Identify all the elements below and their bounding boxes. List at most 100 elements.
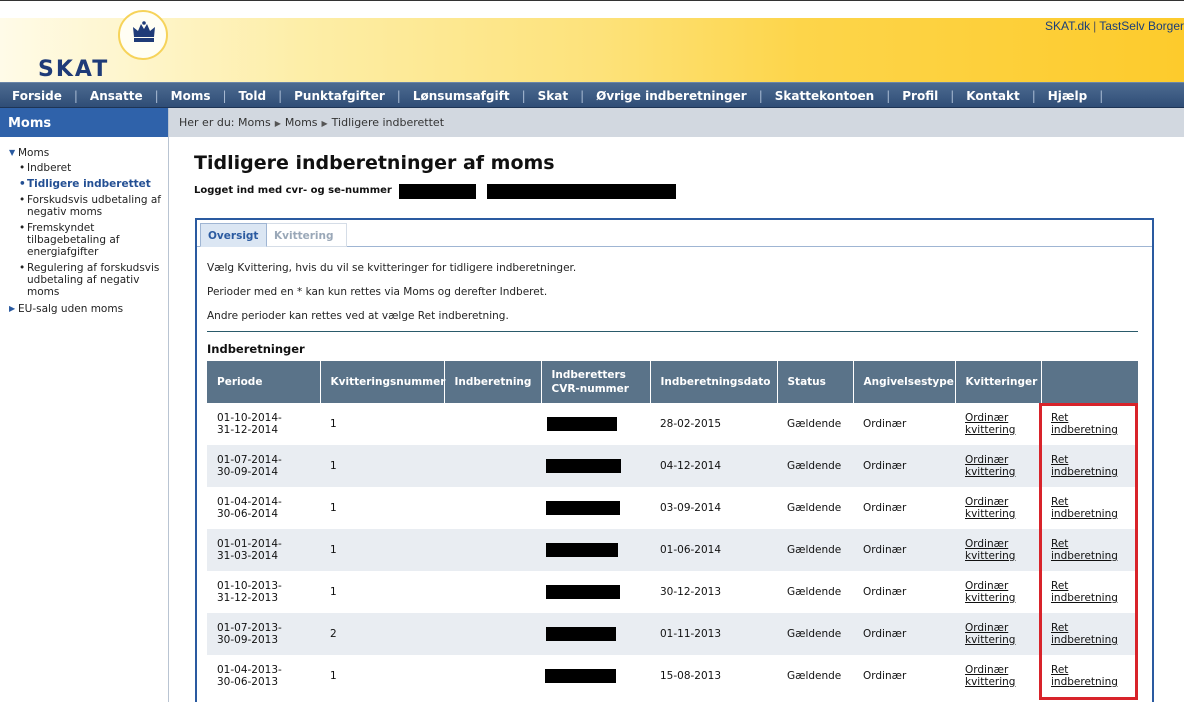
- ret-indberetning-link[interactable]: Ret indberetning: [1051, 538, 1118, 562]
- column-header-angivelsestype[interactable]: Angivelsestype: [853, 361, 956, 403]
- sidebar-item-eu-salg[interactable]: ▶ EU-salg uden moms: [0, 302, 168, 316]
- cell-status: Gældende: [777, 655, 853, 697]
- ret-indberetning-link[interactable]: Ret indberetning: [1051, 454, 1118, 478]
- link-line: kvittering: [965, 424, 1016, 436]
- period-from: 01-01-2014-: [217, 538, 282, 550]
- sidebar-item-forskudsvis-udbetaling[interactable]: • Forskudsvis udbetaling af negativ moms: [0, 194, 168, 218]
- ordinaer-kvittering-link[interactable]: Ordinær kvittering: [965, 412, 1015, 436]
- ret-indberetning-link[interactable]: Ret indberetning: [1051, 412, 1118, 436]
- column-header-periode[interactable]: Periode: [207, 361, 321, 403]
- ordinaer-kvittering-link[interactable]: Ordinær kvittering: [965, 454, 1015, 478]
- nav-item-kontakt[interactable]: Kontakt |: [954, 89, 1035, 103]
- divider: [207, 331, 1138, 332]
- nav-item-ansatte[interactable]: Ansatte |: [78, 89, 159, 103]
- cell-type: Ordinær: [853, 529, 955, 571]
- ret-indberetning-link[interactable]: Ret indberetning: [1051, 664, 1118, 688]
- column-header-kvitteringsnummer[interactable]: Kvitteringsnummer: [320, 361, 445, 403]
- redacted-cvr: [546, 501, 620, 515]
- page-title: Tidligere indberetninger af moms: [194, 152, 555, 174]
- table-row: 01-04-2014- 30-06-2014 1 03-09-2014 Gælde…: [207, 487, 1138, 529]
- nav-label[interactable]: Skat: [526, 89, 580, 103]
- nav-label[interactable]: Profil: [890, 89, 950, 103]
- column-header-indberetningsdato[interactable]: Indberetningsdato: [650, 361, 778, 403]
- sidebar-item-label: Tidligere indberettet: [27, 178, 151, 190]
- link-line: indberetning: [1051, 424, 1118, 436]
- nav-item-lonsumsafgift[interactable]: Lønsumsafgift |: [401, 89, 526, 103]
- sidebar-border: [168, 108, 169, 702]
- cell-kvittnr: 1: [320, 445, 444, 487]
- cell-kvittering: Ordinær kvittering: [955, 571, 1041, 613]
- toplink-skat-dk[interactable]: SKAT.dk: [1045, 19, 1090, 33]
- sidebar-title: Moms: [0, 108, 168, 137]
- redacted-cvr: [546, 459, 621, 473]
- nav-item-skattekontoen[interactable]: Skattekontoen |: [763, 89, 891, 103]
- cell-ret: Ret indberetning: [1041, 571, 1138, 613]
- nav-item-told[interactable]: Told |: [227, 89, 283, 103]
- breadcrumb-item-moms[interactable]: Moms: [238, 116, 271, 129]
- cell-date: 01-06-2014: [650, 529, 777, 571]
- cell-status: Gældende: [777, 487, 853, 529]
- cell-kvittnr: 1: [320, 571, 444, 613]
- tab-bar: Oversigt Kvittering: [197, 220, 1152, 247]
- logo-text[interactable]: SKAT: [38, 57, 109, 82]
- nav-label[interactable]: Øvrige indberetninger: [584, 89, 759, 103]
- ret-indberetning-link[interactable]: Ret indberetning: [1051, 622, 1118, 646]
- sidebar-item-moms[interactable]: ▼ Moms: [0, 146, 168, 160]
- nav-item-ovrige-indberetninger[interactable]: Øvrige indberetninger |: [584, 89, 763, 103]
- sidebar-item-regulering[interactable]: • Regulering af forskudsvis udbetaling af…: [0, 262, 168, 298]
- ordinaer-kvittering-link[interactable]: Ordinær kvittering: [965, 496, 1015, 520]
- tab-kvittering[interactable]: Kvittering: [267, 223, 347, 247]
- nav-label[interactable]: Hjælp: [1036, 89, 1099, 103]
- link-line: Ordinær: [965, 664, 1009, 676]
- nav-label[interactable]: Lønsumsafgift: [401, 89, 522, 103]
- nav-item-skat[interactable]: Skat |: [526, 89, 585, 103]
- cell-type: Ordinær: [853, 403, 955, 445]
- nav-label[interactable]: Ansatte: [78, 89, 155, 103]
- sidebar-item-tidligere-indberettet[interactable]: • Tidligere indberettet: [0, 178, 168, 190]
- cell-indberetning: [444, 529, 541, 571]
- sidebar-item-fremskyndet-tilbagebetaling[interactable]: • Fremskyndet tilbagebetaling af energiaf…: [0, 222, 168, 258]
- nav-label[interactable]: Forside: [0, 89, 74, 103]
- cell-kvittering: Ordinær kvittering: [955, 655, 1041, 697]
- redacted-cvr: [546, 585, 620, 599]
- nav-label[interactable]: Told: [227, 89, 279, 103]
- ret-indberetning-link[interactable]: Ret indberetning: [1051, 496, 1118, 520]
- ordinaer-kvittering-link[interactable]: Ordinær kvittering: [965, 538, 1015, 562]
- nav-item-punktafgifter[interactable]: Punktafgifter |: [282, 89, 401, 103]
- nav-label[interactable]: Punktafgifter: [282, 89, 397, 103]
- nav-divider: |: [1099, 89, 1104, 103]
- toplink-tastselv[interactable]: TastSelv Borger: [1099, 19, 1184, 33]
- breadcrumb-item-moms-2[interactable]: Moms: [285, 116, 318, 129]
- cell-cvr: [541, 445, 650, 487]
- cell-ret: Ret indberetning: [1041, 445, 1138, 487]
- period-from: 01-10-2013-: [217, 580, 282, 592]
- ordinaer-kvittering-link[interactable]: Ordinær kvittering: [965, 580, 1015, 604]
- breadcrumb-arrow-icon: ▶: [321, 119, 328, 128]
- ordinaer-kvittering-link[interactable]: Ordinær kvittering: [965, 664, 1015, 688]
- link-line: Ordinær: [965, 454, 1009, 466]
- period-from: 01-10-2014-: [217, 412, 282, 424]
- nav-item-moms[interactable]: Moms |: [159, 89, 227, 103]
- column-header-status[interactable]: Status: [777, 361, 854, 403]
- info-text-1: Vælg Kvittering, hvis du vil se kvitteri…: [207, 262, 577, 274]
- cell-ret: Ret indberetning: [1041, 487, 1138, 529]
- nav-item-profil[interactable]: Profil |: [890, 89, 954, 103]
- tab-oversigt[interactable]: Oversigt: [200, 223, 267, 247]
- sidebar-item-label: Forskudsvis udbetaling af negativ moms: [27, 194, 161, 218]
- column-header-kvitteringer: Kvitteringer: [955, 361, 1042, 403]
- ret-indberetning-link[interactable]: Ret indberetning: [1051, 580, 1118, 604]
- cell-indberetning: [444, 403, 541, 445]
- column-header-indberetning[interactable]: Indberetning: [444, 361, 542, 403]
- link-line: Ordinær: [965, 412, 1009, 424]
- nav-label[interactable]: Moms: [159, 89, 223, 103]
- link-line: Ret: [1051, 538, 1069, 550]
- nav-item-forside[interactable]: Forside |: [0, 89, 78, 103]
- ordinaer-kvittering-link[interactable]: Ordinær kvittering: [965, 622, 1015, 646]
- nav-item-hjaelp[interactable]: Hjælp |: [1036, 89, 1103, 103]
- cell-type: Ordinær: [853, 487, 955, 529]
- nav-label[interactable]: Skattekontoen: [763, 89, 886, 103]
- column-header-cvr[interactable]: Indberetters CVR-nummer: [541, 361, 651, 403]
- main-navigation: Forside | Ansatte | Moms | Told | Punktafgif…: [0, 82, 1184, 108]
- nav-label[interactable]: Kontakt: [954, 89, 1031, 103]
- sidebar-item-indberet[interactable]: • Indberet: [0, 162, 168, 174]
